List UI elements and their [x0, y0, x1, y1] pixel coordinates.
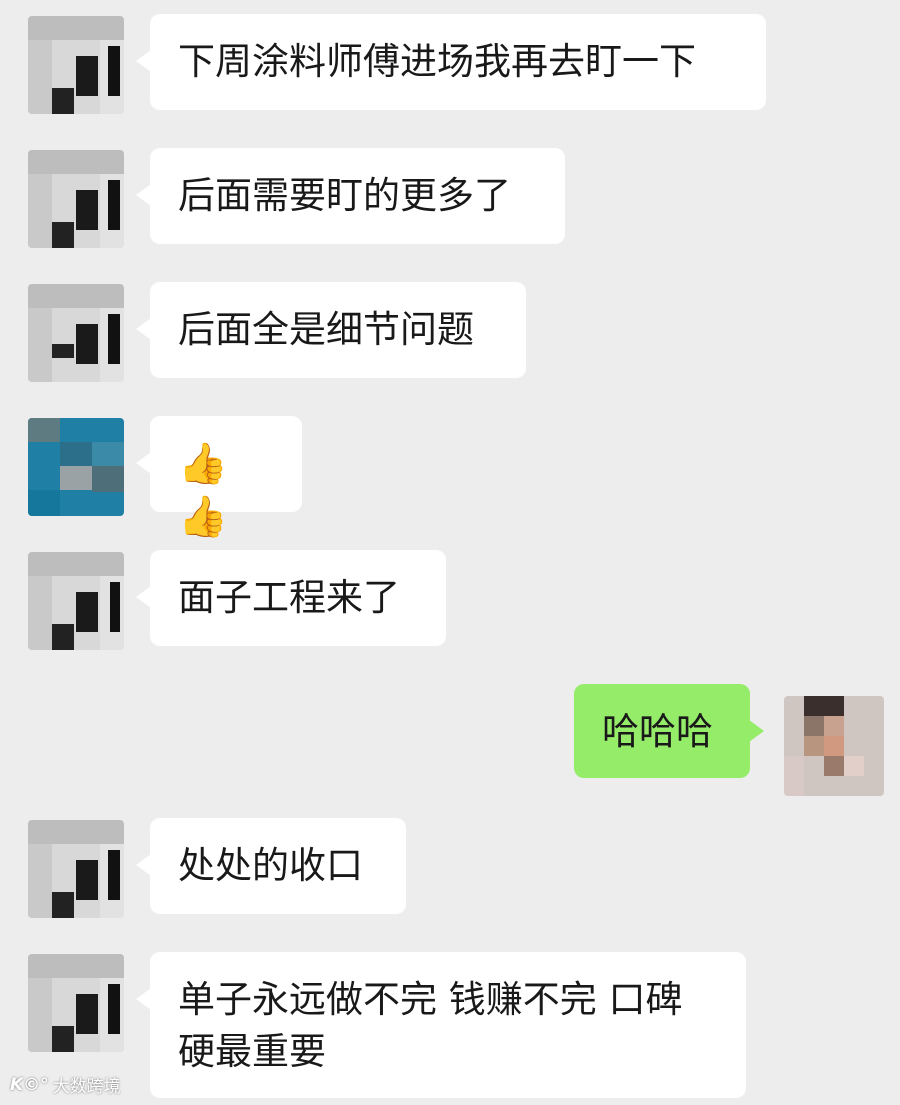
- avatar-pixel: [824, 756, 844, 776]
- avatar-pixel: [28, 978, 52, 1052]
- avatar-pixel: [52, 222, 74, 248]
- avatar-pixel: [52, 344, 74, 358]
- avatar-contact-8[interactable]: [28, 954, 124, 1052]
- message-bubble[interactable]: 单子永远做不完 钱赚不完 口碑硬最重要: [136, 952, 746, 1098]
- message-bubble[interactable]: 后面需要盯的更多了: [136, 148, 565, 244]
- avatar-pixel: [28, 820, 124, 844]
- avatar-pixel: [28, 308, 52, 382]
- avatar-pixel: [92, 466, 124, 492]
- message-text: 后面全是细节问题: [178, 308, 474, 351]
- avatar-pixel: [108, 314, 120, 364]
- avatar-pixel: [76, 324, 98, 364]
- avatar-self[interactable]: [784, 696, 884, 796]
- avatar-pixel: [52, 624, 74, 650]
- avatar-pixel: [108, 984, 120, 1034]
- avatar-pixel: [108, 850, 120, 900]
- avatar-contact-2[interactable]: [28, 150, 124, 248]
- avatar-pixel: [92, 442, 124, 466]
- message-bubble[interactable]: 面子工程来了: [136, 550, 446, 646]
- avatar-contact-1[interactable]: [28, 16, 124, 114]
- avatar-pixel: [784, 756, 804, 796]
- avatar-pixel: [844, 756, 864, 776]
- message-text: 面子工程来了: [178, 576, 400, 619]
- avatar-pixel: [28, 150, 124, 174]
- message-text: 哈哈哈: [602, 710, 713, 753]
- avatar-pixel: [28, 576, 52, 650]
- message-bubble[interactable]: 后面全是细节问题: [136, 282, 526, 378]
- avatar-pixel: [110, 582, 120, 632]
- avatar-pixel: [804, 736, 824, 756]
- message-text: 单子永远做不完 钱赚不完 口碑硬最重要: [178, 978, 683, 1073]
- avatar-pixel: [824, 716, 844, 736]
- avatar-pixel: [60, 466, 92, 490]
- thumbs-up-emoji: 👍👍: [178, 441, 230, 540]
- avatar-pixel: [804, 696, 844, 716]
- avatar-pixel: [28, 844, 52, 918]
- avatar-pixel: [52, 1026, 74, 1052]
- message-bubble[interactable]: 下周涂料师傅进场我再去盯一下: [136, 14, 766, 110]
- message-text: 处处的收口: [178, 844, 363, 887]
- avatar-pixel: [108, 180, 120, 230]
- watermark-logo: K©°: [10, 1074, 49, 1095]
- avatar-pixel: [28, 174, 52, 248]
- avatar-pixel: [28, 418, 60, 442]
- avatar-pixel: [824, 736, 844, 756]
- avatar-contact-3[interactable]: [28, 284, 124, 382]
- avatar-contact-4[interactable]: [28, 418, 124, 516]
- avatar-pixel: [52, 88, 74, 114]
- watermark: K©° 大数跨境: [10, 1072, 121, 1098]
- avatar-contact-7[interactable]: [28, 820, 124, 918]
- avatar-pixel: [52, 892, 74, 918]
- avatar-pixel: [76, 592, 98, 632]
- message-text: 后面需要盯的更多了: [178, 174, 511, 217]
- avatar-pixel: [28, 552, 124, 576]
- avatar-pixel: [28, 284, 124, 308]
- avatar-pixel: [76, 56, 98, 96]
- avatar-pixel: [76, 190, 98, 230]
- avatar-pixel: [76, 994, 98, 1034]
- avatar-pixel: [28, 40, 52, 114]
- avatar-pixel: [28, 490, 60, 516]
- message-bubble-outgoing[interactable]: 哈哈哈: [574, 684, 764, 778]
- avatar-pixel: [28, 16, 124, 40]
- message-bubble[interactable]: 处处的收口: [136, 818, 406, 914]
- watermark-text: 大数跨境: [52, 1077, 121, 1097]
- message-bubble[interactable]: 👍👍: [136, 416, 302, 540]
- avatar-pixel: [28, 954, 124, 978]
- avatar-contact-5[interactable]: [28, 552, 124, 650]
- avatar-pixel: [804, 716, 824, 736]
- message-text: 下周涂料师傅进场我再去盯一下: [178, 40, 696, 83]
- avatar-pixel: [76, 860, 98, 900]
- avatar-pixel: [60, 442, 92, 466]
- avatar-pixel: [108, 46, 120, 96]
